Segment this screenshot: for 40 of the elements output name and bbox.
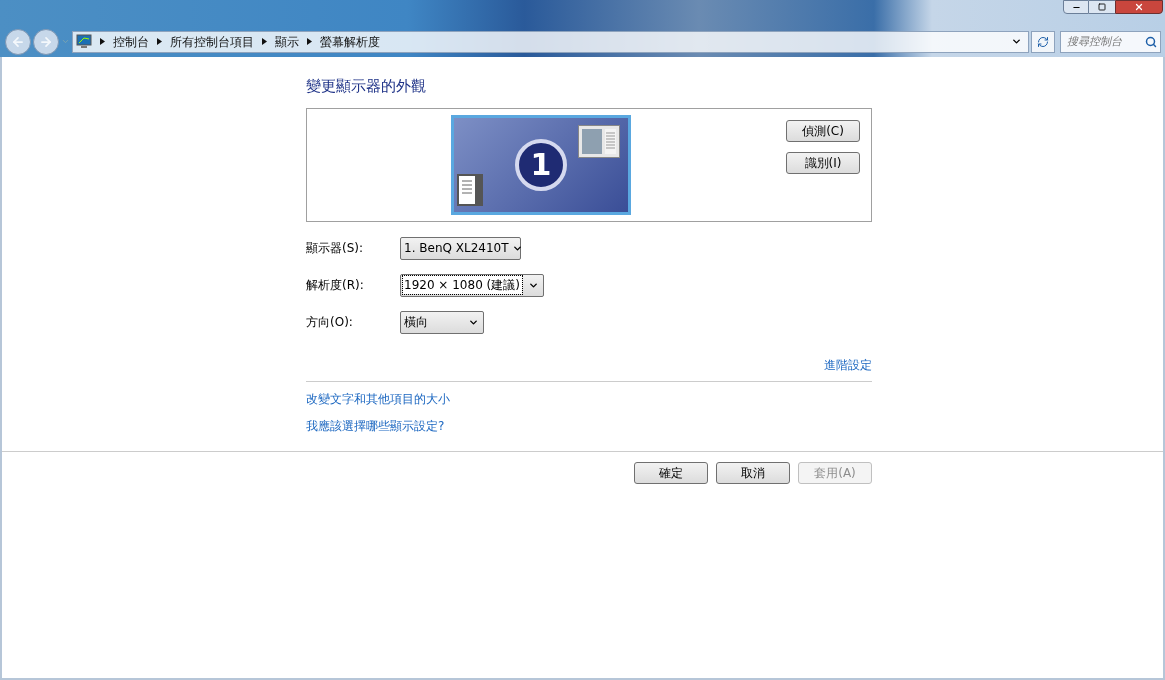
close-button[interactable] [1115,0,1163,14]
back-arrow-icon [11,34,25,49]
breadcrumb-item[interactable]: 顯示 [275,32,299,51]
search-icon [1145,35,1157,48]
field-label: 方向(O): [306,314,354,331]
gadget-thumbnail-drawing [457,173,483,206]
field-label: 顯示器(S): [306,240,365,257]
field-label: 解析度(R): [306,277,365,294]
help-link[interactable]: 我應該選擇哪些顯示設定? [306,416,445,435]
close-icon [1134,2,1144,12]
address-bar[interactable]: 控制台 所有控制台項目 顯示 螢幕解析度 [72,30,1029,53]
address-dropdown-icon [1011,36,1022,47]
history-dropdown-icon [61,37,70,46]
breadcrumb-separator-icon [261,38,268,45]
dropdown[interactable]: 1920 × 1080 (建議) [400,273,544,297]
maximize-icon [1098,3,1106,11]
advanced-settings-link[interactable]: 進階設定 [824,355,872,374]
dropdown[interactable]: 1. BenQ XL2410T [400,236,521,260]
preview-button[interactable]: 偵測(C) [786,119,860,142]
forward-arrow-icon [39,34,53,49]
breadcrumb-separator-icon [156,38,163,45]
preview-button[interactable]: 識別(I) [786,151,860,174]
breadcrumb-item[interactable]: 螢幕解析度 [320,32,380,51]
window-thumbnail-drawing [578,124,620,158]
refresh-icon [1037,35,1049,48]
maximize-button[interactable] [1089,0,1115,14]
breadcrumb-item[interactable]: 控制台 [113,32,149,51]
monitor-drawing[interactable]: 1 [451,114,631,215]
help-link[interactable]: 改變文字和其他項目的大小 [306,389,450,408]
dialog-button[interactable]: 確定 [634,461,708,484]
refresh-button[interactable] [1031,30,1055,53]
monitor-number: 1 [530,146,552,184]
breadcrumb-item[interactable]: 所有控制台項目 [170,32,254,51]
dialog-button[interactable]: 取消 [716,461,790,484]
dropdown[interactable]: 橫向 [400,310,484,334]
control-panel-icon [76,34,92,49]
page-title: 變更顯示器的外觀 [306,76,427,97]
breadcrumb-separator-icon [99,38,106,45]
minimize-button[interactable] [1063,0,1089,14]
breadcrumb-separator-icon [306,38,313,45]
